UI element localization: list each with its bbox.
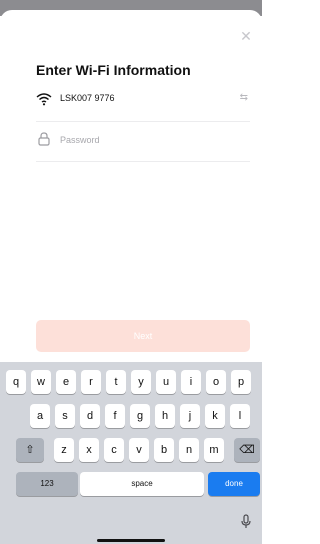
keyboard: q w e r t y u i o p a s d f g h j k l ⇧ … — [0, 362, 262, 544]
next-button[interactable]: Next — [36, 320, 250, 352]
key-e[interactable]: e — [56, 370, 76, 394]
password-input[interactable] — [60, 130, 230, 150]
shift-icon: ⇧ — [25, 444, 35, 456]
lock-icon — [38, 132, 50, 146]
key-i[interactable]: i — [181, 370, 201, 394]
key-j[interactable]: j — [180, 404, 200, 428]
key-g[interactable]: g — [130, 404, 150, 428]
key-t[interactable]: t — [106, 370, 126, 394]
backspace-icon: ⌫ — [239, 444, 255, 456]
key-w[interactable]: w — [31, 370, 51, 394]
key-s[interactable]: s — [55, 404, 75, 428]
key-n[interactable]: n — [179, 438, 199, 462]
microphone-icon[interactable] — [240, 514, 252, 530]
key-k[interactable]: k — [205, 404, 225, 428]
key-p[interactable]: p — [231, 370, 251, 394]
key-o[interactable]: o — [206, 370, 226, 394]
key-v[interactable]: v — [129, 438, 149, 462]
space-key[interactable]: space — [80, 472, 204, 496]
key-y[interactable]: y — [131, 370, 151, 394]
key-l[interactable]: l — [230, 404, 250, 428]
close-button[interactable]: ✕ — [238, 28, 254, 44]
key-d[interactable]: d — [80, 404, 100, 428]
key-a[interactable]: a — [30, 404, 50, 428]
close-icon: ✕ — [240, 28, 252, 44]
key-q[interactable]: q — [6, 370, 26, 394]
backspace-key[interactable]: ⌫ — [234, 438, 260, 462]
done-key[interactable]: done — [208, 472, 260, 496]
key-h[interactable]: h — [155, 404, 175, 428]
numbers-key[interactable]: 123 — [16, 472, 78, 496]
page-title: Enter Wi-Fi Information — [36, 62, 191, 78]
password-field[interactable] — [36, 122, 250, 162]
key-z[interactable]: z — [54, 438, 74, 462]
key-f[interactable]: f — [105, 404, 125, 428]
swap-icon[interactable]: ⇆ — [240, 92, 248, 103]
key-m[interactable]: m — [204, 438, 224, 462]
key-b[interactable]: b — [154, 438, 174, 462]
wifi-icon — [36, 93, 52, 106]
key-x[interactable]: x — [79, 438, 99, 462]
key-r[interactable]: r — [81, 370, 101, 394]
ssid-name: LSK007 9776 — [60, 93, 115, 103]
key-c[interactable]: c — [104, 438, 124, 462]
shift-key[interactable]: ⇧ — [16, 438, 44, 462]
key-u[interactable]: u — [156, 370, 176, 394]
home-indicator — [97, 539, 165, 542]
ssid-field[interactable]: LSK007 9776 ⇆ — [36, 82, 250, 122]
